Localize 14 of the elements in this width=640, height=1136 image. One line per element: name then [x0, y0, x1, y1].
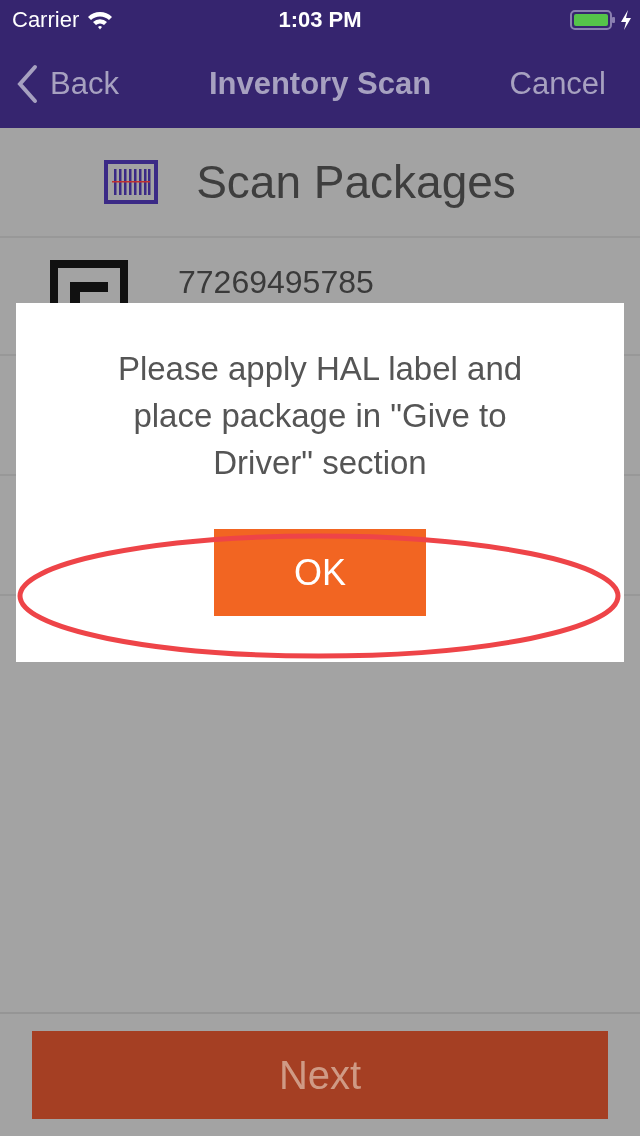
barcode-icon [104, 160, 159, 204]
back-button[interactable]: Back [16, 64, 119, 104]
chevron-left-icon [16, 64, 38, 104]
next-button[interactable]: Next [32, 1031, 608, 1119]
clock-time: 1:03 PM [278, 7, 362, 33]
cancel-button[interactable]: Cancel [509, 66, 606, 102]
carrier-name: Carrier [12, 7, 80, 33]
battery-icon [570, 9, 616, 31]
tracking-number: 77269495785 [178, 263, 374, 301]
wifi-icon [87, 10, 114, 30]
screen-title: Inventory Scan [208, 66, 432, 102]
square-frame-icon [50, 260, 128, 304]
ok-button[interactable]: OK [214, 529, 426, 616]
section-title: Scan Packages [196, 155, 516, 209]
